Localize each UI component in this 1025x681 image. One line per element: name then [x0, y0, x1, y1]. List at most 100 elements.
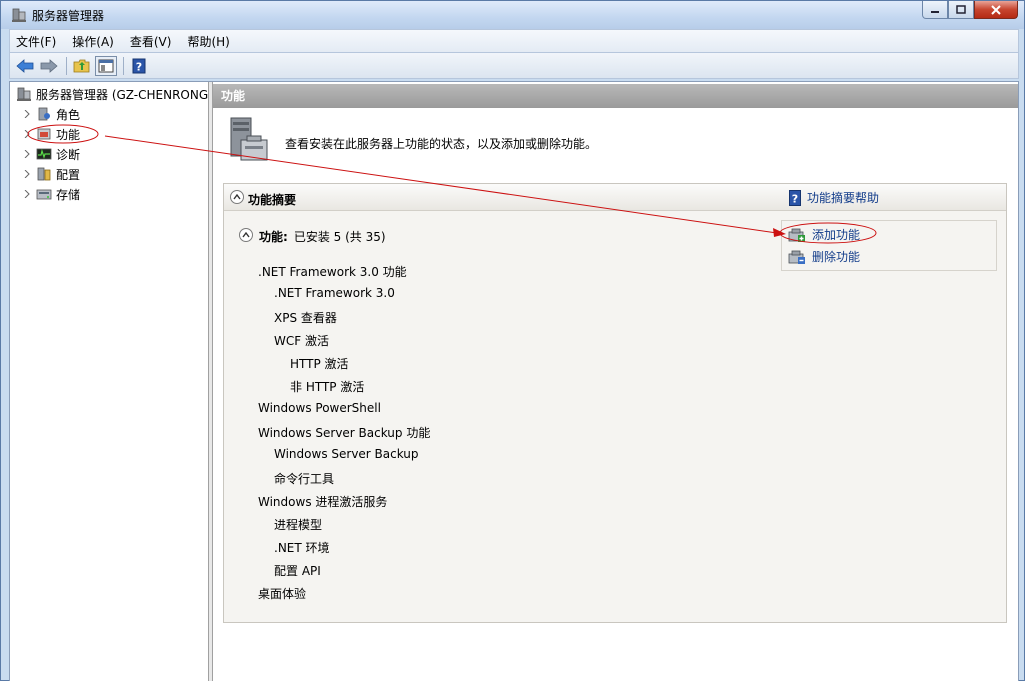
close-icon	[991, 4, 1001, 15]
details-pane: 功能 查看安装在此服务器上功能的状态，以及添加或删除功能。 功能摘要 ? 功能摘…	[213, 82, 1018, 681]
storage-icon	[36, 189, 52, 200]
minimize-icon	[931, 10, 939, 13]
feature-item: XPS 查看器	[274, 311, 337, 325]
tree-item-label: 配置	[56, 167, 81, 182]
help-button[interactable]: ?	[128, 56, 150, 76]
forward-button[interactable]	[38, 56, 60, 76]
tree-item-label: 角色	[56, 107, 81, 122]
forward-arrow-icon	[40, 58, 58, 73]
feature-item: 命令行工具	[274, 472, 335, 486]
add-features-link[interactable]: 添加功能	[788, 226, 860, 243]
menu-action[interactable]: 操作(A)	[72, 33, 114, 50]
features-summary-panel: 功能摘要 ? 功能摘要帮助 功能: 已安装 5 (共 35) .NET Fram…	[223, 183, 1007, 623]
features-status-line: 功能: 已安装 5 (共 35)	[239, 228, 386, 245]
expand-arrow-icon	[24, 170, 30, 178]
minimize-button[interactable]	[922, 1, 948, 19]
page-description: 查看安装在此服务器上功能的状态，以及添加或删除功能。	[285, 137, 598, 151]
expand-arrow-icon	[24, 110, 30, 118]
close-button[interactable]	[974, 1, 1018, 19]
feature-item: HTTP 激活	[290, 357, 349, 371]
collapse-summary-button[interactable]	[230, 190, 244, 204]
roles-icon	[38, 107, 50, 121]
feature-item: 配置 API	[274, 564, 321, 578]
toolbar-separator	[123, 56, 124, 75]
window-controls	[922, 1, 1018, 21]
summary-help-link[interactable]: ? 功能摘要帮助	[789, 189, 879, 206]
features-icon	[37, 128, 51, 140]
window-title: 服务器管理器	[32, 9, 105, 23]
collapse-features-button[interactable]	[239, 228, 253, 242]
tree-item-label: 存储	[56, 187, 81, 202]
chevron-up-icon	[233, 194, 241, 200]
feature-item: .NET Framework 3.0 功能	[258, 265, 407, 279]
title-bar[interactable]: 服务器管理器	[1, 1, 1024, 29]
feature-item: .NET Framework 3.0	[274, 286, 395, 300]
feature-item: 非 HTTP 激活	[290, 380, 365, 394]
console-tree: 服务器管理器 (GZ-CHENRONG 角色 功能 诊断 配置 存储	[10, 82, 208, 681]
features-count: 已安装 5 (共 35)	[293, 230, 386, 244]
tree-root-label: 服务器管理器 (GZ-CHENRONG	[36, 87, 208, 102]
help-link-label: 功能摘要帮助	[807, 191, 880, 205]
svg-text:?: ?	[136, 60, 142, 73]
expand-toggle[interactable]	[22, 169, 32, 179]
feature-item: 桌面体验	[258, 587, 307, 601]
expand-arrow-icon	[24, 150, 30, 158]
back-arrow-icon	[16, 58, 34, 73]
expand-toggle[interactable]	[22, 129, 32, 139]
help-icon: ?	[132, 58, 146, 73]
menu-view[interactable]: 查看(V)	[130, 33, 172, 50]
expand-arrow-icon	[24, 190, 30, 198]
feature-item: 进程模型	[274, 518, 323, 532]
feature-item: .NET 环境	[274, 541, 330, 555]
feature-item: WCF 激活	[274, 334, 329, 348]
pane-header: 功能	[213, 84, 1018, 108]
help-icon: ?	[789, 189, 801, 206]
expand-toggle[interactable]	[22, 189, 32, 199]
tree-item-configuration[interactable]: 配置	[22, 164, 80, 184]
server-manager-window: 服务器管理器 文件(F) 操作(A) 查看(V) 帮助(H) ? 服务器管理器 …	[0, 0, 1025, 681]
server-manager-icon	[17, 87, 31, 101]
remove-feature-icon	[788, 250, 805, 264]
back-button[interactable]	[14, 56, 36, 76]
summary-title: 功能摘要	[248, 193, 297, 207]
expand-toggle[interactable]	[22, 109, 32, 119]
show-hide-console-tree-button[interactable]	[95, 55, 117, 76]
add-features-label: 添加功能	[812, 228, 861, 242]
toolbar: ?	[9, 53, 1019, 79]
up-level-button[interactable]	[71, 56, 93, 76]
features-server-icon	[230, 117, 268, 161]
features-label: 功能:	[259, 230, 288, 244]
maximize-button[interactable]	[948, 1, 974, 19]
svg-text:?: ?	[792, 192, 798, 205]
menu-bar: 文件(F) 操作(A) 查看(V) 帮助(H)	[9, 29, 1019, 53]
summary-header[interactable]: 功能摘要 ? 功能摘要帮助	[224, 184, 1006, 211]
server-manager-app-icon	[12, 8, 26, 22]
tree-item-label: 功能	[56, 127, 81, 142]
client-area: 服务器管理器 (GZ-CHENRONG 角色 功能 诊断 配置 存储 功能 查看…	[9, 81, 1019, 681]
feature-item: Windows Server Backup	[274, 447, 419, 461]
feature-item: Windows PowerShell	[258, 401, 381, 415]
chevron-up-icon	[242, 232, 250, 238]
tree-item-roles[interactable]: 角色	[22, 104, 80, 124]
tree-item-diagnostics[interactable]: 诊断	[22, 144, 80, 164]
add-feature-icon	[788, 228, 805, 242]
tree-item-features[interactable]: 功能	[22, 124, 80, 144]
feature-item: Windows Server Backup 功能	[258, 426, 431, 440]
feature-item: Windows 进程激活服务	[258, 495, 388, 509]
actions-box: 添加功能 删除功能	[781, 220, 997, 271]
remove-features-label: 删除功能	[812, 250, 861, 264]
menu-help[interactable]: 帮助(H)	[187, 33, 229, 50]
tree-item-storage[interactable]: 存储	[22, 184, 80, 204]
expand-toggle[interactable]	[22, 149, 32, 159]
tree-root[interactable]: 服务器管理器 (GZ-CHENRONG	[16, 84, 208, 104]
diagnostics-icon	[36, 148, 52, 160]
toolbar-separator	[66, 56, 67, 75]
tree-item-label: 诊断	[56, 147, 81, 162]
up-folder-icon	[73, 59, 90, 72]
intro-section: 查看安装在此服务器上功能的状态，以及添加或删除功能。	[213, 108, 1018, 176]
expand-arrow-icon	[24, 130, 30, 138]
menu-file[interactable]: 文件(F)	[16, 33, 56, 50]
configuration-icon	[37, 167, 51, 181]
maximize-icon	[956, 4, 966, 14]
remove-features-link[interactable]: 删除功能	[788, 248, 860, 265]
